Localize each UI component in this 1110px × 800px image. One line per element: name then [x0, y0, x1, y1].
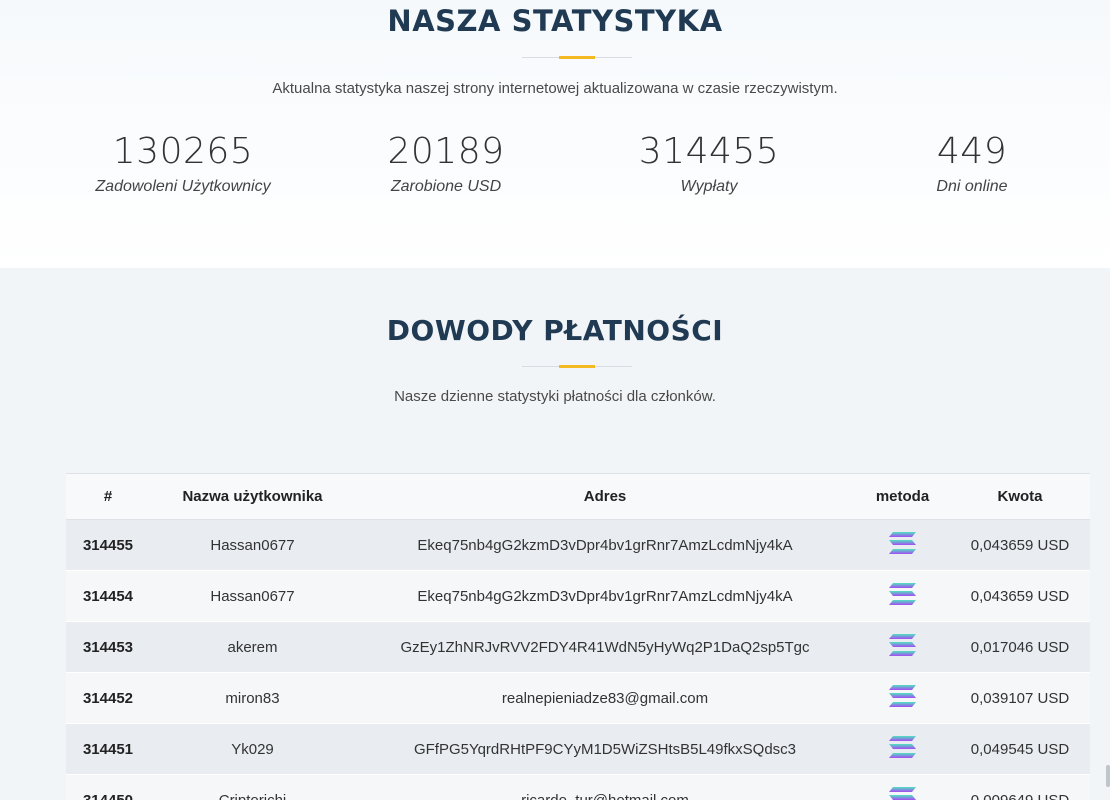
stats-subtitle: Aktualna statystyka naszej strony intern…: [272, 80, 838, 97]
col-header-address: Adres: [355, 473, 855, 520]
scrollbar-thumb[interactable]: [1106, 765, 1110, 787]
payments-table: # Nazwa użytkownika Adres metoda Kwota 3…: [66, 473, 1090, 800]
stat-value: 314455: [638, 131, 780, 172]
row-amount: 0,043659 USD: [950, 570, 1090, 622]
stat-value: 20189: [387, 131, 505, 172]
payments-table-body: 314455 Hassan0677 Ekeq75nb4gG2kzmD3vDpr4…: [66, 519, 1090, 800]
stat-value: 130265: [112, 131, 254, 172]
row-username: miron83: [150, 672, 355, 724]
row-username: Criptorichi: [150, 774, 355, 800]
divider-accent: [559, 365, 595, 368]
row-username: akerem: [150, 621, 355, 673]
solana-icon: [888, 633, 918, 661]
row-amount: 0,039107 USD: [950, 672, 1090, 724]
row-id: 314450: [66, 774, 150, 800]
payments-title: DOWODY PŁATNOŚCI: [386, 314, 724, 347]
payments-table-wrap: # Nazwa użytkownika Adres metoda Kwota 3…: [66, 473, 1090, 800]
row-id: 314452: [66, 672, 150, 724]
row-address: GFfPG5YqrdRHtPF9CYyM1D5WiZSHtsB5L49fkxSQ…: [355, 723, 855, 775]
row-method: [855, 723, 950, 775]
row-address: Ekeq75nb4gG2kzmD3vDpr4bv1grRnr7AmzLcdmNj…: [355, 519, 855, 571]
row-id: 314454: [66, 570, 150, 622]
table-row: 314452 miron83 realnepieniadze83@gmail.c…: [66, 672, 1090, 724]
table-header-row: # Nazwa użytkownika Adres metoda Kwota: [66, 473, 1090, 520]
solana-icon: [888, 786, 918, 800]
stats-title: NASZA STATYSTYKA: [387, 4, 723, 38]
table-row: 314454 Hassan0677 Ekeq75nb4gG2kzmD3vDpr4…: [66, 570, 1090, 622]
row-username: Yk029: [150, 723, 355, 775]
title-divider: [522, 365, 632, 368]
row-username: Hassan0677: [150, 570, 355, 622]
stat-label: Wypłaty: [680, 178, 738, 195]
row-address: GzEy1ZhNRJvRVV2FDY4R41WdN5yHyWq2P1DaQ2sp…: [355, 621, 855, 673]
payments-section: DOWODY PŁATNOŚCI Nasze dzienne statystyk…: [0, 268, 1110, 800]
title-divider: [522, 56, 632, 59]
solana-icon: [888, 684, 918, 712]
row-amount: 0,049545 USD: [950, 723, 1090, 775]
col-header-amount: Kwota: [950, 473, 1090, 520]
row-method: [855, 672, 950, 724]
row-amount: 0,043659 USD: [950, 519, 1090, 571]
table-row: 314455 Hassan0677 Ekeq75nb4gG2kzmD3vDpr4…: [66, 519, 1090, 571]
divider-accent: [559, 56, 595, 59]
row-method: [855, 570, 950, 622]
col-header-id: #: [66, 473, 150, 520]
row-address: Ekeq75nb4gG2kzmD3vDpr4bv1grRnr7AmzLcdmNj…: [355, 570, 855, 622]
row-id: 314451: [66, 723, 150, 775]
stat-users: 130265 Zadowoleni Użytkownicy: [53, 130, 313, 196]
row-username: Hassan0677: [150, 519, 355, 571]
stat-value: 449: [936, 131, 1008, 172]
row-method: [855, 621, 950, 673]
row-amount: 0,017046 USD: [950, 621, 1090, 673]
col-header-method: metoda: [855, 473, 950, 520]
row-id: 314455: [66, 519, 150, 571]
stat-label: Zadowoleni Użytkownicy: [95, 178, 271, 195]
stat-earned: 20189 Zarobione USD: [316, 130, 576, 196]
row-amount: 0,009649 USD: [950, 774, 1090, 800]
solana-icon: [888, 531, 918, 559]
stat-label: Zarobione USD: [390, 178, 502, 195]
row-address: ricardo_tur@hotmail.com: [355, 774, 855, 800]
payments-subtitle: Nasze dzienne statystyki płatności dla c…: [394, 388, 716, 405]
table-row: 314453 akerem GzEy1ZhNRJvRVV2FDY4R41WdN5…: [66, 621, 1090, 673]
stats-section: NASZA STATYSTYKA Aktualna statystyka nas…: [0, 0, 1110, 268]
stat-days-online: 449 Dni online: [842, 130, 1102, 196]
table-row: 314451 Yk029 GFfPG5YqrdRHtPF9CYyM1D5WiZS…: [66, 723, 1090, 775]
stat-label: Dni online: [936, 178, 1008, 195]
table-row: 314450 Criptorichi ricardo_tur@hotmail.c…: [66, 774, 1090, 800]
row-id: 314453: [66, 621, 150, 673]
stat-payouts: 314455 Wypłaty: [579, 130, 839, 196]
solana-icon: [888, 735, 918, 763]
row-method: [855, 774, 950, 800]
row-method: [855, 519, 950, 571]
solana-icon: [888, 582, 918, 610]
row-address: realnepieniadze83@gmail.com: [355, 672, 855, 724]
col-header-username: Nazwa użytkownika: [150, 473, 355, 520]
